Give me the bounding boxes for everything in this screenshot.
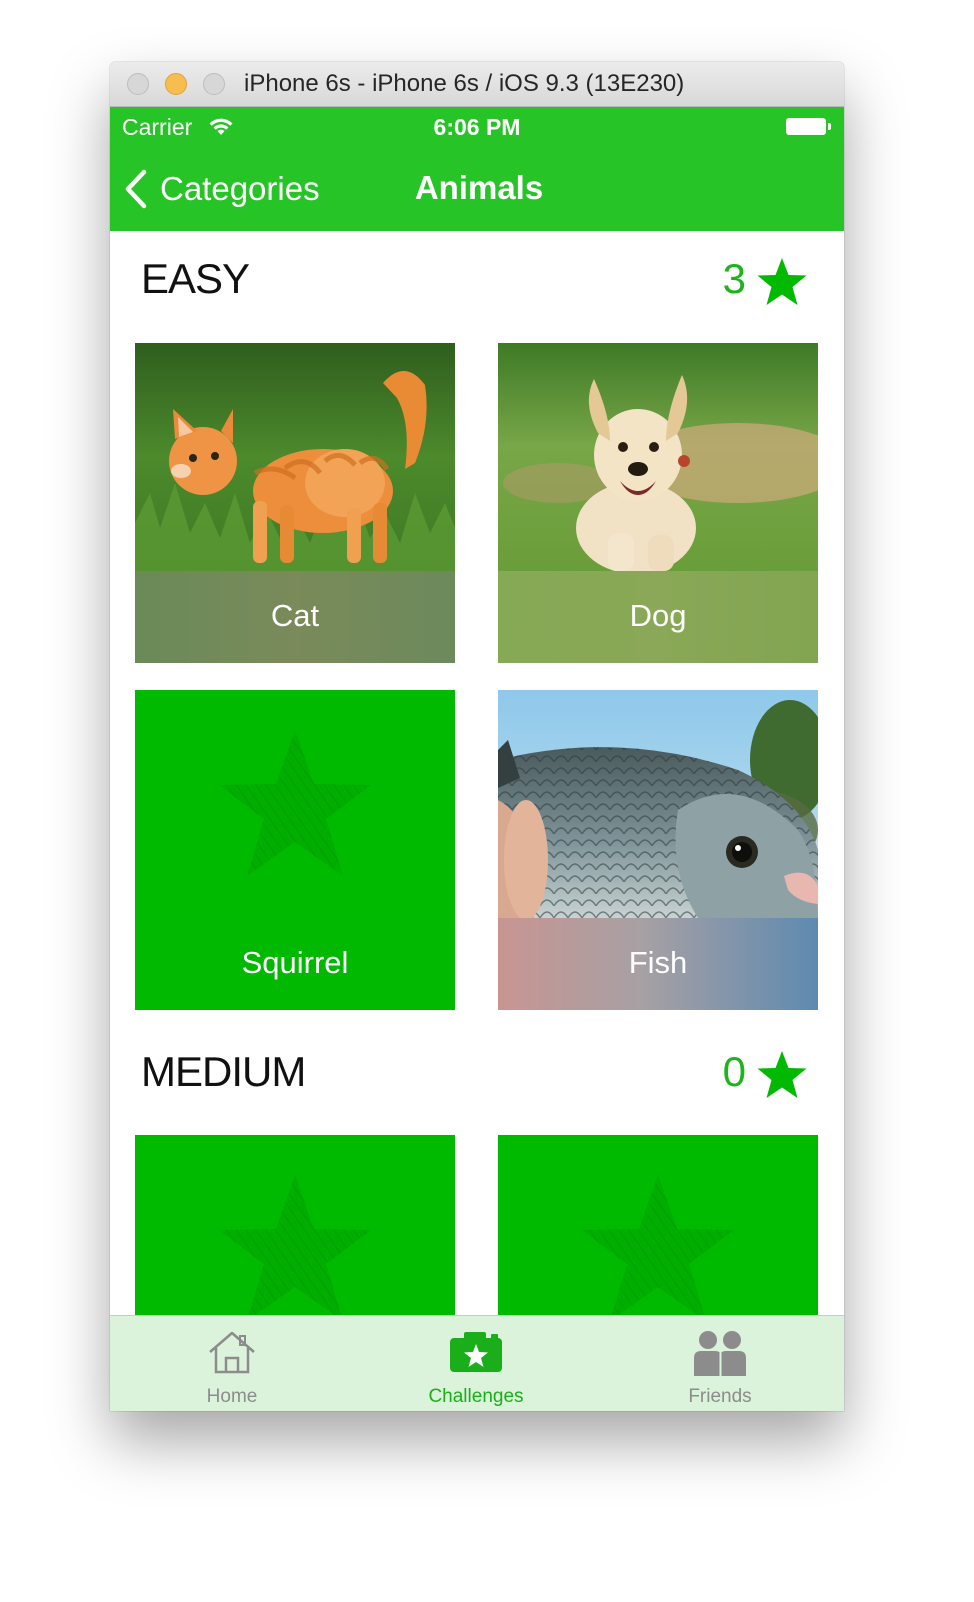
section-header-medium: MEDIUM 0 bbox=[110, 1048, 844, 1108]
star-placeholder-icon bbox=[582, 1175, 734, 1321]
minimize-window-button[interactable] bbox=[165, 73, 187, 95]
zoom-window-button[interactable] bbox=[203, 73, 225, 95]
star-icon bbox=[757, 1051, 807, 1098]
star-icon bbox=[757, 258, 807, 305]
section-title: EASY bbox=[141, 255, 250, 302]
tab-home[interactable]: Home bbox=[110, 1316, 354, 1411]
simulator-window: iPhone 6s - iPhone 6s / iOS 9.3 (13E230)… bbox=[110, 62, 844, 1411]
close-window-button[interactable] bbox=[127, 73, 149, 95]
tile-label: Cat bbox=[270, 598, 320, 633]
people-icon bbox=[694, 1331, 746, 1376]
star-placeholder-icon bbox=[219, 730, 371, 876]
tab-challenges[interactable]: Challenges bbox=[354, 1316, 598, 1411]
page-title: Animals bbox=[110, 169, 844, 207]
battery-icon bbox=[786, 118, 826, 135]
section-star-count: 3 bbox=[722, 255, 746, 302]
challenge-tile-cat[interactable]: Cat bbox=[135, 343, 455, 663]
tab-label: Home bbox=[206, 1386, 258, 1407]
navigation-bar: Carrier 6:06 PM Categories Animals bbox=[110, 107, 844, 231]
camera-star-icon bbox=[450, 1332, 502, 1372]
challenge-tile-squirrel[interactable]: Squirrel bbox=[135, 690, 455, 1010]
star-placeholder-icon bbox=[219, 1175, 371, 1321]
phone-screen: Carrier 6:06 PM Categories Animals EASY … bbox=[110, 107, 844, 1411]
tab-label: Friends bbox=[688, 1386, 752, 1407]
tab-friends[interactable]: Friends bbox=[598, 1316, 842, 1411]
tab-bar: Home Challenges Friends bbox=[110, 1315, 844, 1411]
cat-photo bbox=[135, 343, 455, 571]
fish-photo bbox=[498, 690, 818, 918]
tab-icon-wrap bbox=[354, 1330, 598, 1374]
dog-photo bbox=[498, 343, 818, 571]
window-title: iPhone 6s - iPhone 6s / iOS 9.3 (13E230) bbox=[244, 70, 685, 97]
tab-label: Challenges bbox=[428, 1386, 524, 1407]
battery-tip bbox=[828, 123, 831, 130]
section-header-easy: EASY 3 bbox=[110, 255, 844, 315]
tab-icon-wrap bbox=[110, 1330, 354, 1374]
section-star-count: 0 bbox=[722, 1048, 746, 1095]
tile-label: Squirrel bbox=[241, 945, 349, 980]
tile-label: Dog bbox=[629, 598, 687, 633]
challenge-tile-fish[interactable]: Fish bbox=[498, 690, 818, 1010]
window-titlebar: iPhone 6s - iPhone 6s / iOS 9.3 (13E230) bbox=[110, 62, 844, 107]
tab-icon-wrap bbox=[598, 1330, 842, 1376]
page-title-text: Animals bbox=[414, 169, 544, 206]
home-icon bbox=[209, 1331, 255, 1374]
tile-label: Fish bbox=[628, 945, 688, 980]
status-time: 6:06 PM bbox=[433, 114, 521, 140]
section-title: MEDIUM bbox=[141, 1048, 306, 1095]
challenge-tile-dog[interactable]: Dog bbox=[498, 343, 818, 663]
